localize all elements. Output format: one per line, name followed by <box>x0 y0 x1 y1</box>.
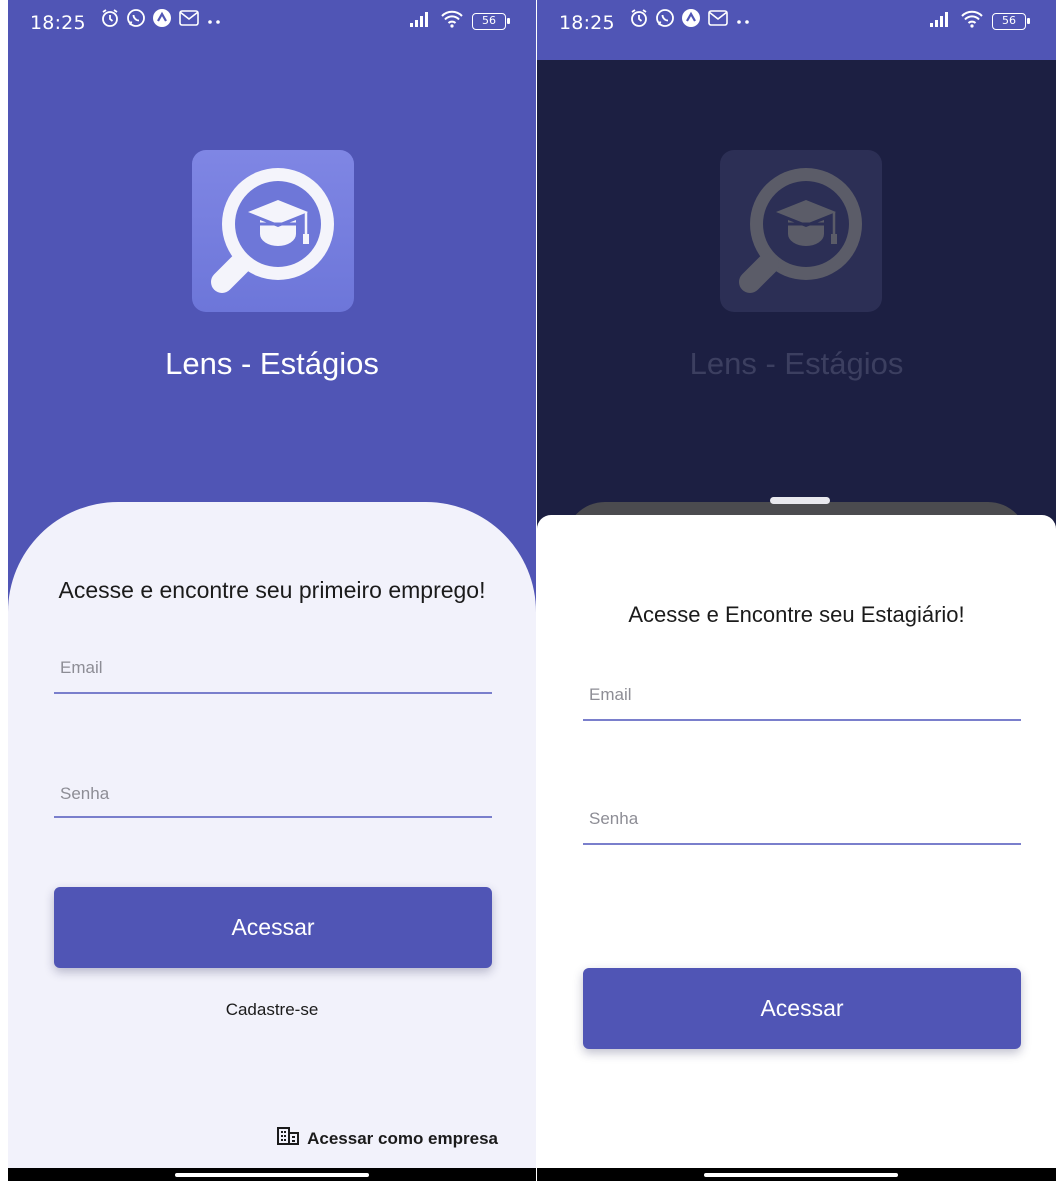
company-link-label: Acessar como empresa <box>307 1128 498 1148</box>
gmail-icon <box>178 9 200 33</box>
login-screen-company: 18:25 56 Lens - Estágios Acesse e Encont… <box>537 0 1056 1181</box>
app-title: Lens - Estágios <box>689 346 904 381</box>
app-logo <box>720 150 882 312</box>
login-button[interactable]: Acessar <box>54 887 492 968</box>
app-notification-icon <box>152 8 172 34</box>
login-button[interactable]: Acessar <box>583 968 1021 1049</box>
signal-icon <box>930 11 952 32</box>
magnifier-graduation-cap-icon <box>739 168 862 293</box>
password-field[interactable]: Senha <box>583 799 1021 845</box>
alarm-icon <box>100 8 120 34</box>
status-time: 18:25 <box>30 12 86 34</box>
email-field[interactable]: Email <box>54 650 492 694</box>
password-underline <box>54 816 492 818</box>
building-icon <box>277 1127 300 1150</box>
email-placeholder: Email <box>60 658 103 677</box>
whatsapp-icon <box>126 8 146 34</box>
password-field[interactable]: Senha <box>54 776 492 818</box>
signal-icon <box>410 11 432 32</box>
wifi-icon <box>440 10 464 33</box>
status-bar: 18:25 56 <box>537 0 1056 60</box>
password-placeholder: Senha <box>589 809 639 828</box>
home-gesture-handle[interactable] <box>175 1173 369 1177</box>
email-underline <box>583 719 1021 721</box>
app-title: Lens - Estágios <box>165 346 379 381</box>
login-heading: Acesse e encontre seu primeiro emprego! <box>58 577 486 603</box>
whatsapp-icon <box>655 8 675 34</box>
email-underline <box>54 692 492 694</box>
battery-icon: 56 <box>992 13 1030 30</box>
email-placeholder: Email <box>589 685 632 704</box>
magnifier-graduation-cap-icon <box>211 168 334 293</box>
more-notifications-icon <box>206 10 224 32</box>
app-logo <box>192 150 354 312</box>
more-notifications-icon <box>735 10 753 32</box>
home-gesture-handle[interactable] <box>704 1173 898 1177</box>
wifi-icon <box>960 10 984 33</box>
gmail-icon <box>707 9 729 33</box>
battery-icon: 56 <box>472 13 510 30</box>
company-access-link[interactable]: Acessar como empresa <box>277 1127 498 1150</box>
app-notification-icon <box>681 8 701 34</box>
login-heading: Acesse e Encontre seu Estagiário! <box>628 602 965 627</box>
sheet-drag-handle[interactable] <box>770 497 830 504</box>
status-time: 18:25 <box>559 12 615 34</box>
company-login-sheet: Acesse e Encontre seu Estagiário! Email … <box>537 515 1056 1168</box>
alarm-icon <box>629 8 649 34</box>
login-screen-student: 18:25 56 Lens - Estágios Acesse e encont… <box>8 0 536 1181</box>
signup-link[interactable]: Cadastre-se <box>8 1000 536 1020</box>
login-card: Acesse e encontre seu primeiro emprego! … <box>8 502 536 1168</box>
password-placeholder: Senha <box>60 784 110 803</box>
status-bar: 18:25 56 <box>8 0 536 60</box>
password-underline <box>583 843 1021 845</box>
email-field[interactable]: Email <box>583 675 1021 721</box>
